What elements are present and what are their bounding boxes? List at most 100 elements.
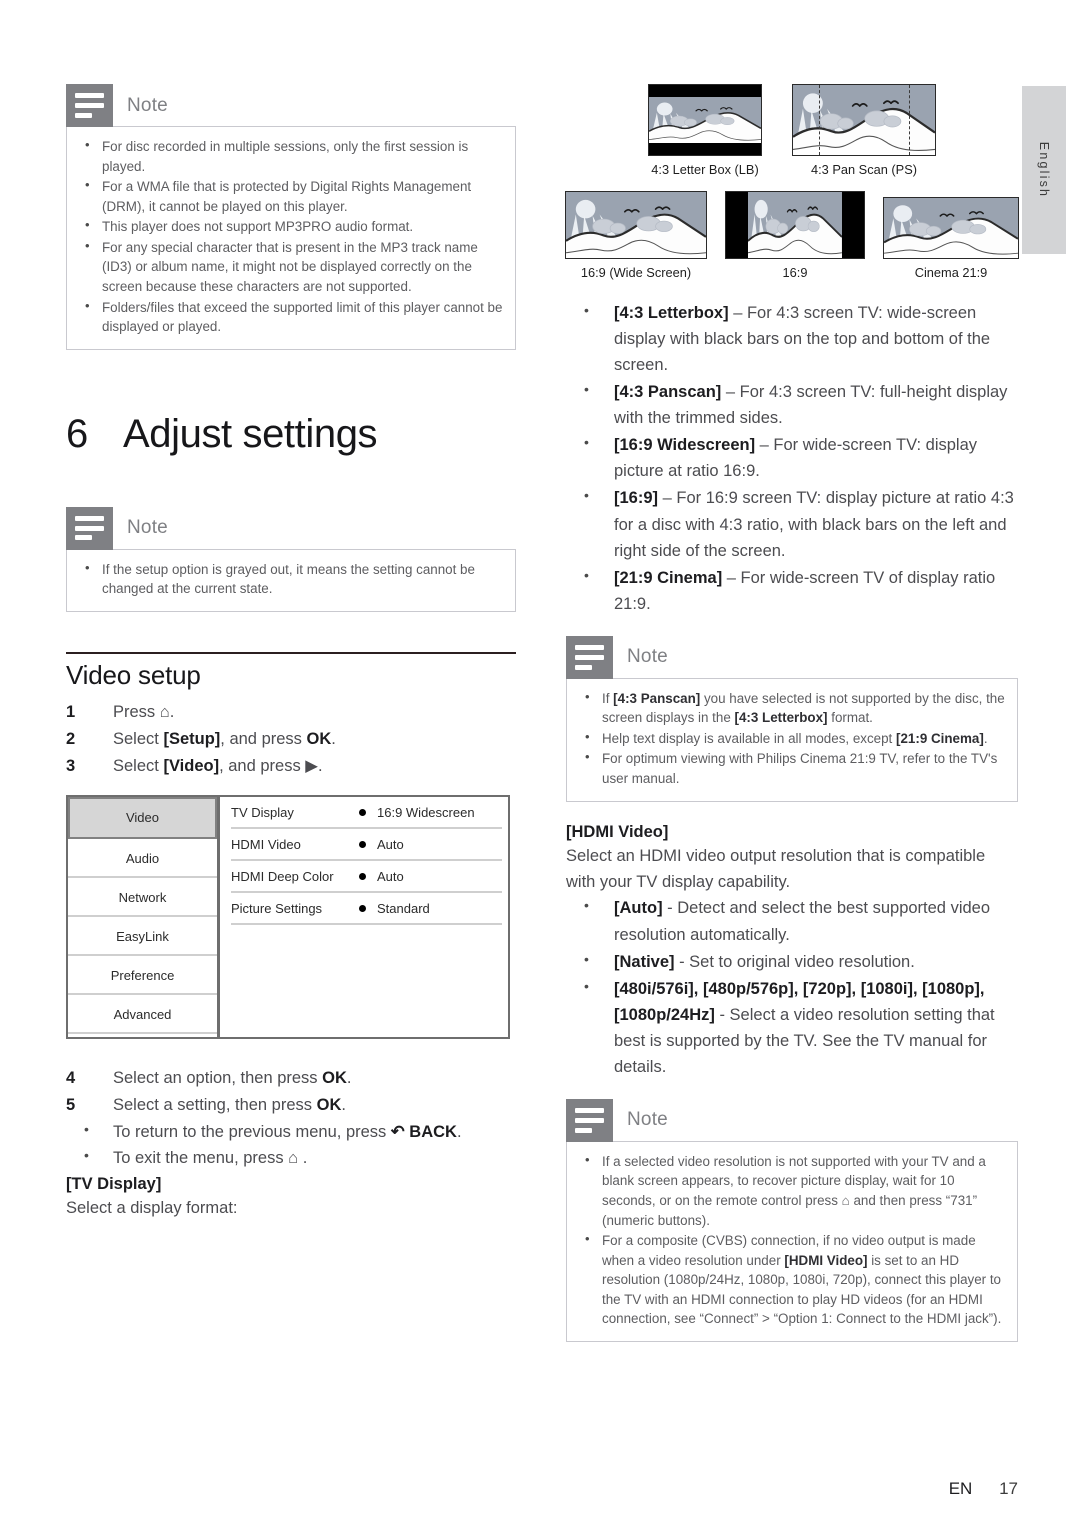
note-list-item: Help text display is available in all mo…: [577, 728, 1005, 749]
page-footer: EN 17: [0, 1479, 1080, 1499]
tv-figure-caption: 16:9: [782, 265, 808, 280]
step-item: 5 Select a setting, then press OK.: [66, 1092, 516, 1119]
step-item: 4 Select an option, then press OK.: [66, 1065, 516, 1092]
setup-menu-row-label: HDMI Deep Color: [231, 868, 334, 884]
setup-menu-screenshot: Video Audio Network EasyLink Preference …: [66, 795, 510, 1040]
tv-frame-widescreen: [565, 191, 707, 259]
tv-figure-letterbox: 4:3 Letter Box (LB): [648, 84, 762, 177]
step-number: 3: [66, 756, 76, 775]
chapter-heading: 6 Adjust settings: [66, 412, 516, 457]
setup-menu-sidebar: Video Audio Network EasyLink Preference …: [68, 797, 220, 1038]
bullet-dot-icon: [359, 872, 366, 880]
tv-scene-illustration: [566, 192, 706, 258]
note-box-disc-limitations: Note For disc recorded in multiple sessi…: [66, 84, 516, 350]
tv-scene-illustration: [748, 192, 842, 258]
note-list: If the setup option is grayed out, it me…: [77, 559, 503, 599]
hdmi-video-intro: Select an HDMI video output resolution t…: [566, 847, 986, 891]
note-list-item: For any special character that is presen…: [77, 237, 503, 297]
tv-frame-panscan: [792, 84, 936, 156]
crop-guide-line: [818, 85, 820, 155]
bullet-dot-icon: [359, 904, 366, 912]
setup-menu-row[interactable]: Picture Settings Standard: [231, 893, 502, 926]
note-header: Note: [566, 635, 1018, 679]
step-text: Select a setting, then press OK.: [113, 1096, 346, 1115]
right-column: 4:3 Letter Box (LB) 4:3 Pan Scan (PS) 16…: [565, 84, 1019, 1342]
tv-scene-illustration: [884, 198, 1018, 258]
tv-figure-caption: 4:3 Letter Box (LB): [651, 162, 759, 177]
note-title: Note: [627, 646, 668, 668]
setup-menu-sidebar-item-easylink[interactable]: EasyLink: [68, 917, 217, 957]
note-body: For disc recorded in multiple sessions, …: [66, 126, 516, 350]
tv-figure-cinema: Cinema 21:9: [883, 191, 1019, 280]
tv-display-option: [16:9 Widescreen] – For wide-screen TV: …: [566, 431, 1018, 484]
step-item: 2 Select [Setup], and press OK.: [66, 726, 516, 753]
sub-bullet-item: To return to the previous menu, press ↶ …: [66, 1118, 516, 1145]
note-body: If [4:3 Panscan] you have selected is no…: [566, 677, 1018, 802]
bullet-dot-icon: [359, 808, 366, 816]
tv-figure-169: 16:9: [725, 191, 865, 280]
note-list-item: For optimum viewing with Philips Cinema …: [577, 748, 1005, 788]
language-label: English: [1037, 141, 1051, 199]
note-list-item: If a selected video resolution is not su…: [577, 1151, 1005, 1230]
steps-list-2: 4 Select an option, then press OK. 5 Sel…: [66, 1065, 516, 1118]
tv-figure-widescreen: 16:9 (Wide Screen): [565, 191, 707, 280]
chapter-number: 6: [66, 411, 89, 456]
setup-menu-sidebar-item-video[interactable]: Video: [68, 797, 217, 840]
setup-menu-row-label: HDMI Video: [231, 836, 301, 852]
tv-scene-illustration: [793, 85, 935, 155]
tv-display-option: [4:3 Panscan] – For 4:3 screen TV: full-…: [566, 378, 1018, 431]
tv-figures-row-1: 4:3 Letter Box (LB) 4:3 Pan Scan (PS): [566, 84, 1018, 177]
setup-menu-sidebar-item-preference[interactable]: Preference: [68, 956, 217, 996]
tv-figure-panscan: 4:3 Pan Scan (PS): [792, 84, 936, 177]
steps-list-1: 1 Press ⌂. 2 Select [Setup], and press O…: [66, 699, 516, 779]
footer-language-code: EN: [948, 1479, 973, 1498]
note-body: If the setup option is grayed out, it me…: [66, 548, 516, 612]
note-box-panscan: Note If [4:3 Panscan] you have selected …: [566, 635, 1018, 802]
language-side-tab: English: [1022, 86, 1066, 254]
subsection-heading-tv-display: [TV Display]: [66, 1174, 162, 1193]
step-text: Select [Video], and press ▶.: [113, 756, 323, 775]
hdmi-video-option: [480i/576i], [480p/576p], [720p], [1080i…: [566, 975, 1018, 1080]
tv-display-option: [21:9 Cinema] – For wide-screen TV of di…: [566, 564, 1018, 617]
tv-display-option: [4:3 Letterbox] – For 4:3 screen TV: wid…: [566, 299, 1018, 378]
hdmi-video-option: [Native] - Set to original video resolut…: [566, 948, 1018, 975]
setup-menu-row[interactable]: HDMI Video Auto: [231, 829, 502, 862]
note-header: Note: [566, 1098, 1018, 1142]
footer-page-number: 17: [999, 1479, 1018, 1498]
setup-menu-row[interactable]: TV Display 16:9 Widescreen: [231, 797, 502, 830]
crop-guide-line: [909, 85, 911, 155]
step-text: Select an option, then press OK.: [113, 1069, 352, 1088]
setup-menu-row-label: Picture Settings: [231, 900, 323, 916]
section-heading-video-setup: Video setup: [66, 660, 201, 691]
hdmi-video-option: [Auto] - Detect and select the best supp…: [566, 894, 1018, 947]
setup-menu-sidebar-item-network[interactable]: Network: [68, 878, 217, 918]
tv-scene-illustration: [649, 96, 761, 144]
step-text: Press ⌂.: [113, 703, 175, 722]
setup-menu-sidebar-item-advanced[interactable]: Advanced: [68, 995, 217, 1035]
note-list-item: For a WMA file that is protected by Digi…: [77, 176, 503, 216]
note-list-item: This player does not support MP3PRO audi…: [77, 216, 503, 237]
setup-menu-row-value: Auto: [377, 836, 404, 852]
note-header: Note: [66, 506, 516, 550]
chapter-title: Adjust settings: [123, 411, 378, 456]
note-body: If a selected video resolution is not su…: [566, 1140, 1018, 1342]
tv-figure-caption: Cinema 21:9: [914, 265, 988, 280]
step-item: 1 Press ⌂.: [66, 699, 516, 726]
setup-menu-options: TV Display 16:9 Widescreen HDMI Video Au…: [223, 797, 508, 1037]
note-list: If [4:3 Panscan] you have selected is no…: [577, 688, 1005, 789]
step-number: 2: [66, 729, 76, 748]
step-text: Select [Setup], and press OK.: [113, 729, 336, 748]
note-icon: [566, 635, 613, 679]
step-number: 5: [66, 1096, 76, 1115]
sub-bullet-item: To exit the menu, press ⌂ .: [66, 1144, 516, 1171]
note-box-resolution: Note If a selected video resolution is n…: [566, 1098, 1018, 1342]
tv-frame-169: [725, 191, 865, 259]
manual-page: English Note For disc recorded in multip…: [0, 0, 1080, 1527]
note-list-item: Folders/files that exceed the supported …: [77, 296, 503, 337]
setup-menu-row[interactable]: HDMI Deep Color Auto: [231, 861, 502, 894]
tv-display-option: [16:9] – For 16:9 screen TV: display pic…: [566, 484, 1018, 563]
note-list-item: If the setup option is grayed out, it me…: [77, 559, 503, 599]
setup-menu-sidebar-item-audio[interactable]: Audio: [68, 839, 217, 879]
note-title: Note: [127, 94, 168, 116]
note-box-grayed-option: Note If the setup option is grayed out, …: [66, 506, 516, 612]
